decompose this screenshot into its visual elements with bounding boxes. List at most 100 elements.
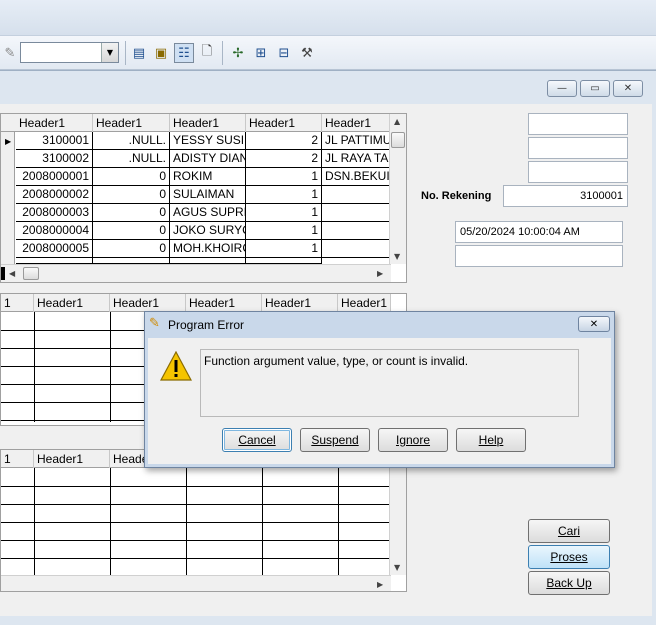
table-cell[interactable]: 2 (246, 132, 322, 150)
column-header[interactable]: Header1 (93, 114, 170, 132)
table-cell[interactable]: JL PATTIMU (322, 132, 391, 150)
table-cell[interactable]: 2008000005 (16, 240, 93, 258)
column-header[interactable]: Header1 (246, 114, 322, 132)
column-header[interactable]: 1 (1, 294, 34, 312)
row-selector[interactable] (1, 132, 15, 264)
table-cell[interactable]: 1 (246, 240, 322, 258)
vertical-scrollbar[interactable]: ▲ ▼ (389, 114, 406, 264)
close-button[interactable]: ✕ (613, 80, 643, 97)
table-cell[interactable]: JOKO SURYC (170, 222, 246, 240)
help-button[interactable]: Help (456, 428, 526, 452)
table-cell[interactable]: 2 (246, 150, 322, 168)
scroll-up-icon[interactable]: ▲ (394, 117, 400, 126)
table-cell[interactable]: 1 (246, 168, 322, 186)
table-cell[interactable]: 3100001 (16, 132, 93, 150)
scroll-left-icon[interactable]: ◀ (9, 269, 15, 278)
browse-icon[interactable]: ⊟ (274, 43, 294, 63)
table-cell[interactable]: 0 (93, 222, 170, 240)
column-header[interactable]: Header1 (170, 114, 246, 132)
column-header[interactable]: Header1 (16, 114, 93, 132)
grid-line (1, 540, 391, 541)
suspend-label: Suspend (311, 433, 359, 447)
table-cell[interactable]: ROKIM (170, 168, 246, 186)
cari-button[interactable]: Cari (528, 519, 610, 543)
horizontal-scrollbar[interactable]: ◀ ▶ (1, 264, 391, 282)
table-cell[interactable] (322, 204, 391, 222)
table-cell[interactable]: 0 (93, 204, 170, 222)
text-field-1[interactable] (528, 113, 628, 135)
pencil-icon[interactable]: ✎ (0, 43, 20, 63)
table-cell[interactable]: SULAIMAN (170, 186, 246, 204)
table-cell[interactable] (322, 222, 391, 240)
table-cell[interactable]: 2008000002 (16, 186, 93, 204)
table-cell[interactable]: 1 (246, 204, 322, 222)
column-header[interactable]: Header1 (338, 294, 391, 312)
table-cell[interactable]: 0 (93, 186, 170, 204)
table-cell[interactable]: 0 (93, 240, 170, 258)
tools-icon[interactable]: ⚒ (297, 43, 317, 63)
help-label: Help (478, 433, 504, 447)
scroll-thumb[interactable] (391, 132, 405, 148)
table-cell[interactable]: YESSY SUSIL (170, 132, 246, 150)
table-cell[interactable]: JL RAYA TA (322, 150, 391, 168)
scroll-right-icon[interactable]: ▶ (377, 580, 383, 589)
print-preview-icon[interactable]: 🗋 (197, 43, 217, 63)
table-cell[interactable]: MOH.KHOIRC (170, 240, 246, 258)
scroll-thumb[interactable] (23, 267, 39, 280)
table-cell[interactable]: 3100002 (16, 150, 93, 168)
foxpro-icon: ✎ (149, 316, 160, 331)
column-header[interactable]: Header1 (186, 294, 262, 312)
table-cell[interactable]: DSN.BEKUI (322, 168, 391, 186)
text-field-4[interactable] (455, 245, 623, 267)
no-rekening-field[interactable]: 3100001 (503, 185, 628, 207)
proses-button[interactable]: Proses (528, 545, 610, 569)
properties-icon[interactable]: ☷ (174, 43, 194, 63)
cancel-button[interactable]: Cancel (222, 428, 292, 452)
vertical-scrollbar[interactable]: ▼ (389, 450, 406, 575)
error-message: Function argument value, type, or count … (204, 354, 469, 368)
table-cell[interactable]: ADISTY DIAN (170, 150, 246, 168)
grid-line (1, 486, 391, 487)
scroll-right-icon[interactable]: ▶ (377, 269, 383, 278)
no-rekening-label: No. Rekening (421, 190, 492, 202)
grid-line (34, 312, 35, 422)
text-field-3[interactable] (528, 161, 628, 183)
grid-line (1, 366, 151, 367)
table-cell[interactable]: 0 (93, 168, 170, 186)
form-icon[interactable]: ▣ (151, 43, 171, 63)
column-header[interactable]: Header1 (34, 450, 110, 468)
minimize-button[interactable]: — (547, 80, 577, 97)
table-cell[interactable]: 2008000003 (16, 204, 93, 222)
scroll-down-icon[interactable]: ▼ (394, 252, 400, 261)
suspend-button[interactable]: Suspend (300, 428, 370, 452)
table-cell[interactable]: .NULL. (93, 150, 170, 168)
text-field-2[interactable] (528, 137, 628, 159)
toolbar-combo[interactable]: ▼ (20, 42, 119, 63)
column-header[interactable]: Header1 (34, 294, 110, 312)
column-header[interactable]: Header1 (110, 294, 186, 312)
table-cell[interactable] (322, 186, 391, 204)
table-cell[interactable]: .NULL. (93, 132, 170, 150)
restore-button[interactable]: ▭ (580, 80, 610, 97)
chevron-down-icon[interactable]: ▼ (101, 43, 118, 62)
table-cell[interactable]: AGUS SUPRI (170, 204, 246, 222)
horizontal-scrollbar[interactable]: ▶ (1, 575, 391, 591)
column-header[interactable]: Header1 (262, 294, 338, 312)
data-grid-1[interactable]: Header1 Header1 Header1 Header1 Header1 … (0, 113, 407, 283)
data-grid-3[interactable]: 1 Header1 Heade ▼ ▶ (0, 449, 407, 592)
ignore-button[interactable]: Ignore (378, 428, 448, 452)
table-cell[interactable]: 2008000004 (16, 222, 93, 240)
grid-view-icon[interactable]: ▤ (129, 43, 149, 63)
table-cell[interactable]: 1 (246, 186, 322, 204)
dialog-close-button[interactable]: ✕ (578, 316, 610, 332)
table-cell[interactable]: 1 (246, 222, 322, 240)
table-cell[interactable] (322, 240, 391, 258)
backup-button[interactable]: Back Up (528, 571, 610, 595)
table-cell[interactable]: 2008000001 (16, 168, 93, 186)
edit-form-icon[interactable]: ⊞ (251, 43, 271, 63)
column-header[interactable]: Header1 (322, 114, 391, 132)
datetime-field[interactable]: 05/20/2024 10:00:04 AM (455, 221, 623, 243)
code-icon[interactable]: ✢ (228, 43, 248, 63)
scroll-down-icon[interactable]: ▼ (394, 563, 400, 572)
column-header[interactable]: 1 (1, 450, 34, 468)
